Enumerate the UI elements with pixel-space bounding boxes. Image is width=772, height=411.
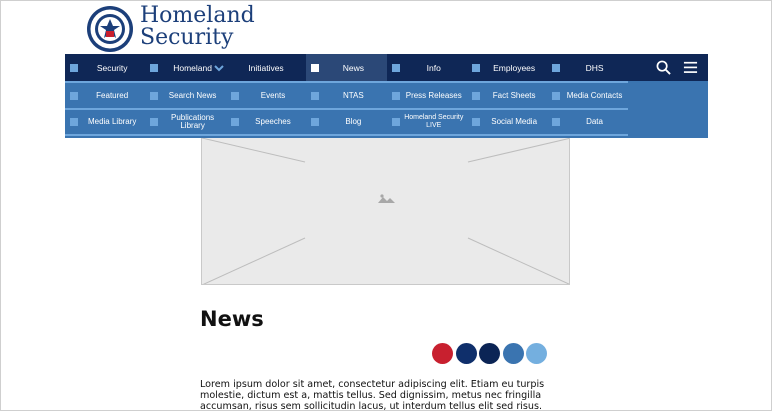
body-paragraph: Lorem ipsum dolor sit amet, consectetur … bbox=[200, 379, 545, 411]
swatch-navy bbox=[455, 343, 477, 364]
swatch-light-blue bbox=[526, 343, 547, 364]
square-bullet-icon bbox=[471, 91, 480, 100]
nav-item-dhs[interactable]: DHS bbox=[547, 54, 627, 81]
nav-item-employees[interactable]: Employees bbox=[467, 54, 547, 81]
swatch-dark-navy bbox=[479, 343, 500, 364]
hero-image-placeholder bbox=[201, 138, 570, 285]
color-swatches bbox=[432, 343, 550, 364]
square-bullet-icon bbox=[391, 63, 400, 72]
nav-item-info[interactable]: Info bbox=[387, 54, 467, 81]
square-bullet-icon bbox=[311, 91, 320, 100]
nav-item-label: Initiatives bbox=[248, 62, 284, 73]
square-bullet-icon bbox=[311, 118, 320, 126]
news-subnav-row-2: Media Library Publications Library Speec… bbox=[65, 108, 628, 136]
swatch-red bbox=[432, 343, 453, 364]
square-bullet-icon bbox=[150, 91, 159, 100]
subnav-item-fact-sheets[interactable]: Fact Sheets bbox=[467, 83, 547, 108]
swatch-blue bbox=[502, 343, 524, 364]
dhs-seal-icon bbox=[87, 6, 133, 52]
subnav-item-speeches[interactable]: Speeches bbox=[226, 110, 306, 134]
nav-tools bbox=[656, 60, 698, 75]
brand-line-2: Security bbox=[140, 25, 234, 50]
subnav-item-search-news[interactable]: Search News bbox=[145, 83, 225, 108]
chevron-down-icon[interactable] bbox=[214, 64, 224, 72]
subnav-item-ntas[interactable]: NTAS bbox=[306, 83, 386, 108]
subnav-item-homeland-security-live[interactable]: Homeland Security LIVE bbox=[387, 110, 467, 134]
square-bullet-icon bbox=[70, 118, 78, 126]
primary-nav-row: Security Homeland Initiatives News Info … bbox=[65, 54, 708, 81]
square-bullet-icon bbox=[150, 63, 159, 72]
subnav-item-media-library[interactable]: Media Library bbox=[65, 110, 145, 134]
subnav-item-media-contacts[interactable]: Media Contacts bbox=[547, 83, 627, 108]
subnav-item-social-media[interactable]: Social Media bbox=[467, 110, 547, 134]
subnav-item-featured[interactable]: Featured bbox=[65, 83, 145, 108]
subnav-item-blog[interactable]: Blog bbox=[306, 110, 386, 134]
search-icon[interactable] bbox=[656, 60, 671, 75]
square-bullet-icon bbox=[150, 118, 159, 126]
nav-item-initiatives[interactable]: Initiatives bbox=[226, 54, 306, 81]
dhs-logo[interactable]: Homeland Security bbox=[86, 5, 255, 53]
news-subnav-row-1: Featured Search News Events NTAS Press R… bbox=[65, 81, 628, 108]
brand-wordmark: Homeland Security bbox=[140, 5, 255, 49]
square-bullet-icon bbox=[391, 118, 400, 126]
page: Homeland Security Security Homeland Init… bbox=[0, 0, 772, 411]
square-bullet-icon bbox=[70, 91, 78, 100]
nav-item-homeland[interactable]: Homeland bbox=[145, 54, 225, 81]
hamburger-menu-icon[interactable] bbox=[683, 60, 698, 75]
subnav-item-events[interactable]: Events bbox=[226, 83, 306, 108]
page-title: News bbox=[200, 307, 264, 331]
square-bullet-icon bbox=[552, 63, 561, 72]
square-bullet-icon bbox=[552, 91, 561, 100]
subnav-item-data[interactable]: Data bbox=[547, 110, 627, 134]
brand-line-1: Homeland bbox=[140, 3, 255, 28]
square-bullet-icon bbox=[552, 118, 561, 126]
square-bullet-icon bbox=[230, 91, 239, 100]
square-bullet-icon bbox=[471, 118, 480, 126]
nav-item-news[interactable]: News bbox=[306, 54, 387, 81]
square-bullet-icon bbox=[230, 118, 239, 126]
subnav-item-publications-library[interactable]: Publications Library bbox=[145, 110, 225, 134]
main-navigation: Security Homeland Initiatives News Info … bbox=[65, 54, 708, 138]
square-bullet-icon bbox=[311, 63, 320, 72]
square-bullet-icon bbox=[70, 63, 78, 72]
nav-item-security[interactable]: Security bbox=[65, 54, 145, 81]
image-placeholder-icon bbox=[378, 194, 395, 203]
subnav-item-press-releases[interactable]: Press Releases bbox=[387, 83, 467, 108]
square-bullet-icon bbox=[391, 91, 400, 100]
placeholder-crosslines bbox=[202, 138, 569, 284]
square-bullet-icon bbox=[471, 63, 480, 72]
